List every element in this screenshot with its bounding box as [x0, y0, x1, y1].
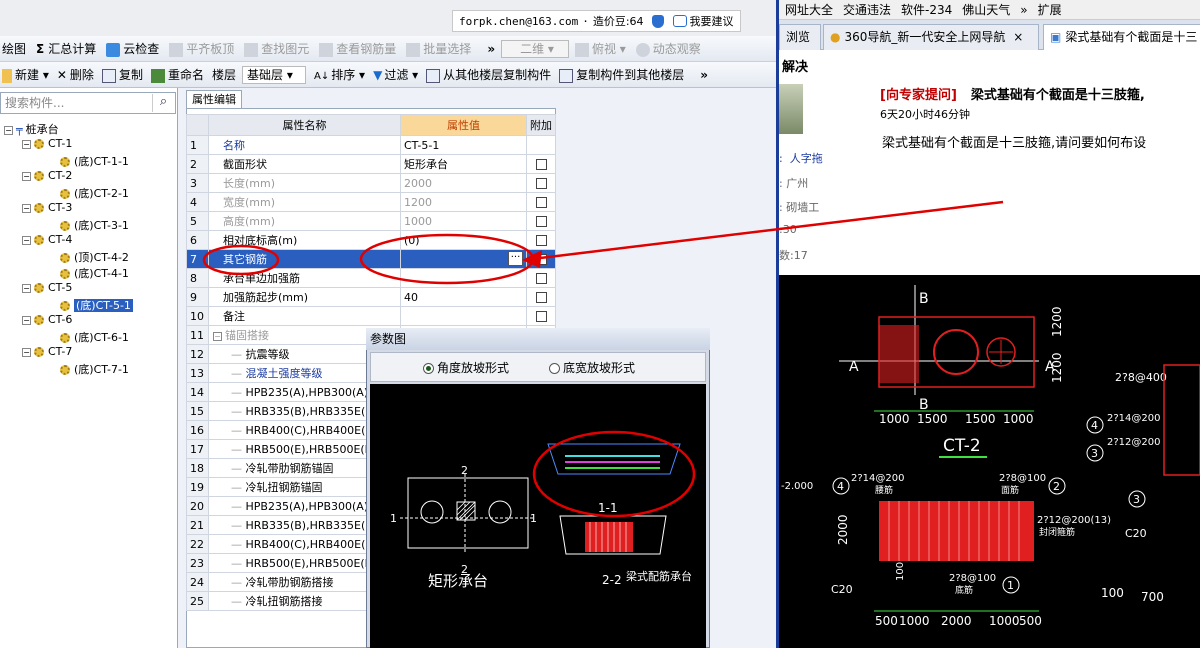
- arrow-head: [522, 250, 542, 268]
- annotation-arrow: [522, 200, 1004, 268]
- arrow-line: [531, 200, 1004, 261]
